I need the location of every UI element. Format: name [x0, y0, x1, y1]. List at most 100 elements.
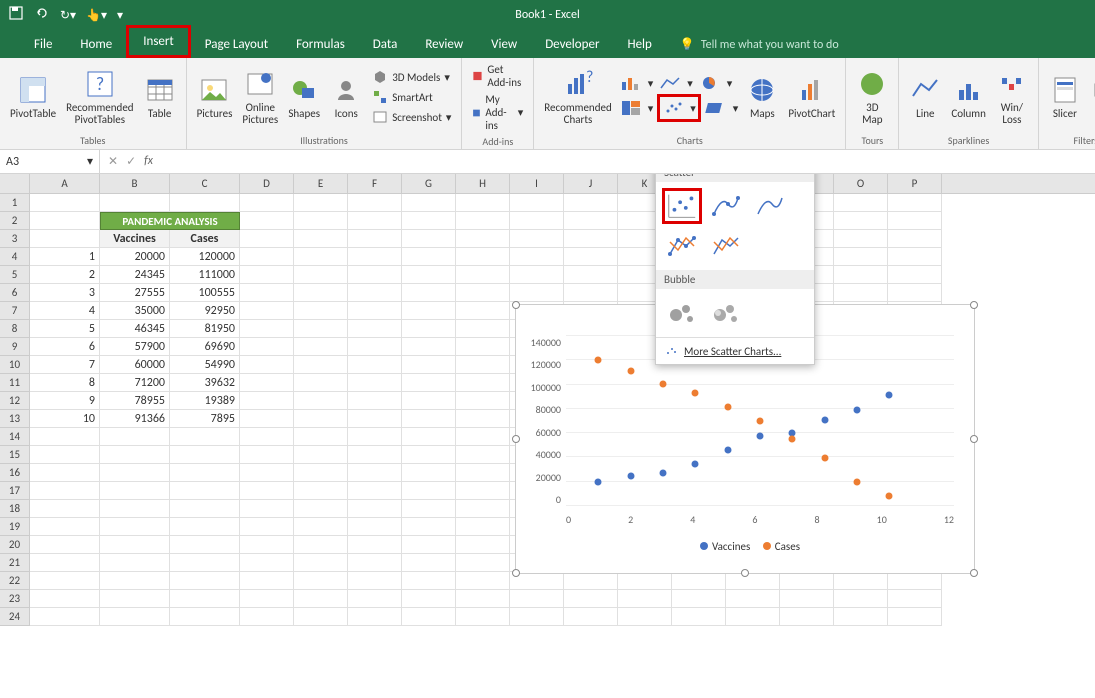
chart-point-cases[interactable]	[821, 454, 828, 461]
cell-A23[interactable]	[30, 590, 100, 608]
cell-D11[interactable]	[240, 374, 294, 392]
cell-J3[interactable]	[564, 230, 618, 248]
cell-H9[interactable]	[456, 338, 510, 356]
cell-G11[interactable]	[402, 374, 456, 392]
scatter-lines-option[interactable]	[706, 228, 746, 264]
cell-D24[interactable]	[240, 608, 294, 626]
cell-A1[interactable]	[30, 194, 100, 212]
cell-F7[interactable]	[348, 302, 402, 320]
cancel-icon[interactable]: ✕	[108, 154, 118, 169]
cell-F5[interactable]	[348, 266, 402, 284]
chart-point-cases[interactable]	[692, 390, 699, 397]
cell-H12[interactable]	[456, 392, 510, 410]
cell-G12[interactable]	[402, 392, 456, 410]
column-header-E[interactable]: E	[294, 174, 348, 193]
cell-O4[interactable]	[834, 248, 888, 266]
column-header-C[interactable]: C	[170, 174, 240, 193]
recommended-charts-button[interactable]: ? Recommended Charts	[540, 66, 615, 128]
cell-A20[interactable]	[30, 536, 100, 554]
cell-K24[interactable]	[618, 608, 672, 626]
cell-A21[interactable]	[30, 554, 100, 572]
cell-C5[interactable]: 111000	[170, 266, 240, 284]
cell-O24[interactable]	[834, 608, 888, 626]
cell-C22[interactable]	[170, 572, 240, 590]
cell-J2[interactable]	[564, 212, 618, 230]
row-header-1[interactable]: 1	[0, 194, 29, 212]
cell-G5[interactable]	[402, 266, 456, 284]
surface-chart-button[interactable]: ▾	[703, 94, 741, 122]
cell-G14[interactable]	[402, 428, 456, 446]
chart-point-vaccines[interactable]	[724, 446, 731, 453]
line-chart-button[interactable]: ▾	[657, 72, 695, 94]
row-header-13[interactable]: 13	[0, 410, 29, 428]
cell-E20[interactable]	[294, 536, 348, 554]
tab-view[interactable]: View	[477, 31, 531, 58]
cell-F4[interactable]	[348, 248, 402, 266]
cell-C3[interactable]: Cases	[170, 230, 240, 248]
cell-C17[interactable]	[170, 482, 240, 500]
cell-D18[interactable]	[240, 500, 294, 518]
cell-G21[interactable]	[402, 554, 456, 572]
timeline-button[interactable]: Tim	[1087, 72, 1095, 122]
cell-C6[interactable]: 100555	[170, 284, 240, 302]
cell-C10[interactable]: 54990	[170, 356, 240, 374]
cell-E6[interactable]	[294, 284, 348, 302]
cell-E11[interactable]	[294, 374, 348, 392]
cell-H18[interactable]	[456, 500, 510, 518]
cell-D21[interactable]	[240, 554, 294, 572]
cell-F8[interactable]	[348, 320, 402, 338]
cell-A4[interactable]: 1	[30, 248, 100, 266]
cell-E13[interactable]	[294, 410, 348, 428]
cell-D13[interactable]	[240, 410, 294, 428]
cell-E12[interactable]	[294, 392, 348, 410]
cell-B14[interactable]	[100, 428, 170, 446]
cell-G20[interactable]	[402, 536, 456, 554]
cell-H4[interactable]	[456, 248, 510, 266]
cell-O5[interactable]	[834, 266, 888, 284]
cell-D14[interactable]	[240, 428, 294, 446]
cell-I4[interactable]	[510, 248, 564, 266]
scatter-smooth-markers-option[interactable]	[706, 188, 746, 224]
cell-G17[interactable]	[402, 482, 456, 500]
cell-E2[interactable]	[294, 212, 348, 230]
cell-M24[interactable]	[726, 608, 780, 626]
scatter-chart-button[interactable]: ▾	[657, 94, 701, 122]
row-header-14[interactable]: 14	[0, 428, 29, 446]
cell-D6[interactable]	[240, 284, 294, 302]
sparkline-column-button[interactable]: Column	[947, 72, 990, 122]
cell-H8[interactable]	[456, 320, 510, 338]
cell-D12[interactable]	[240, 392, 294, 410]
cell-D7[interactable]	[240, 302, 294, 320]
cell-B20[interactable]	[100, 536, 170, 554]
cell-D5[interactable]	[240, 266, 294, 284]
cell-F1[interactable]	[348, 194, 402, 212]
chart-point-cases[interactable]	[660, 380, 667, 387]
chevron-down-icon[interactable]: ▾	[87, 154, 93, 169]
treemap-chart-button[interactable]: ▾	[618, 94, 656, 122]
cell-C1[interactable]	[170, 194, 240, 212]
row-header-19[interactable]: 19	[0, 518, 29, 536]
cell-E7[interactable]	[294, 302, 348, 320]
column-header-F[interactable]: F	[348, 174, 402, 193]
cell-D10[interactable]	[240, 356, 294, 374]
cell-C23[interactable]	[170, 590, 240, 608]
cell-D15[interactable]	[240, 446, 294, 464]
cell-H10[interactable]	[456, 356, 510, 374]
cell-H19[interactable]	[456, 518, 510, 536]
cell-D4[interactable]	[240, 248, 294, 266]
cell-F24[interactable]	[348, 608, 402, 626]
cell-E3[interactable]	[294, 230, 348, 248]
cell-C9[interactable]: 69690	[170, 338, 240, 356]
cell-F3[interactable]	[348, 230, 402, 248]
cell-E24[interactable]	[294, 608, 348, 626]
cell-B18[interactable]	[100, 500, 170, 518]
cell-G18[interactable]	[402, 500, 456, 518]
cell-C12[interactable]: 19389	[170, 392, 240, 410]
slicer-button[interactable]: Slicer	[1045, 72, 1085, 122]
chart-point-vaccines[interactable]	[854, 407, 861, 414]
cell-P24[interactable]	[888, 608, 942, 626]
cell-B15[interactable]	[100, 446, 170, 464]
cell-A18[interactable]	[30, 500, 100, 518]
shapes-button[interactable]: Shapes	[284, 72, 324, 122]
row-header-20[interactable]: 20	[0, 536, 29, 554]
